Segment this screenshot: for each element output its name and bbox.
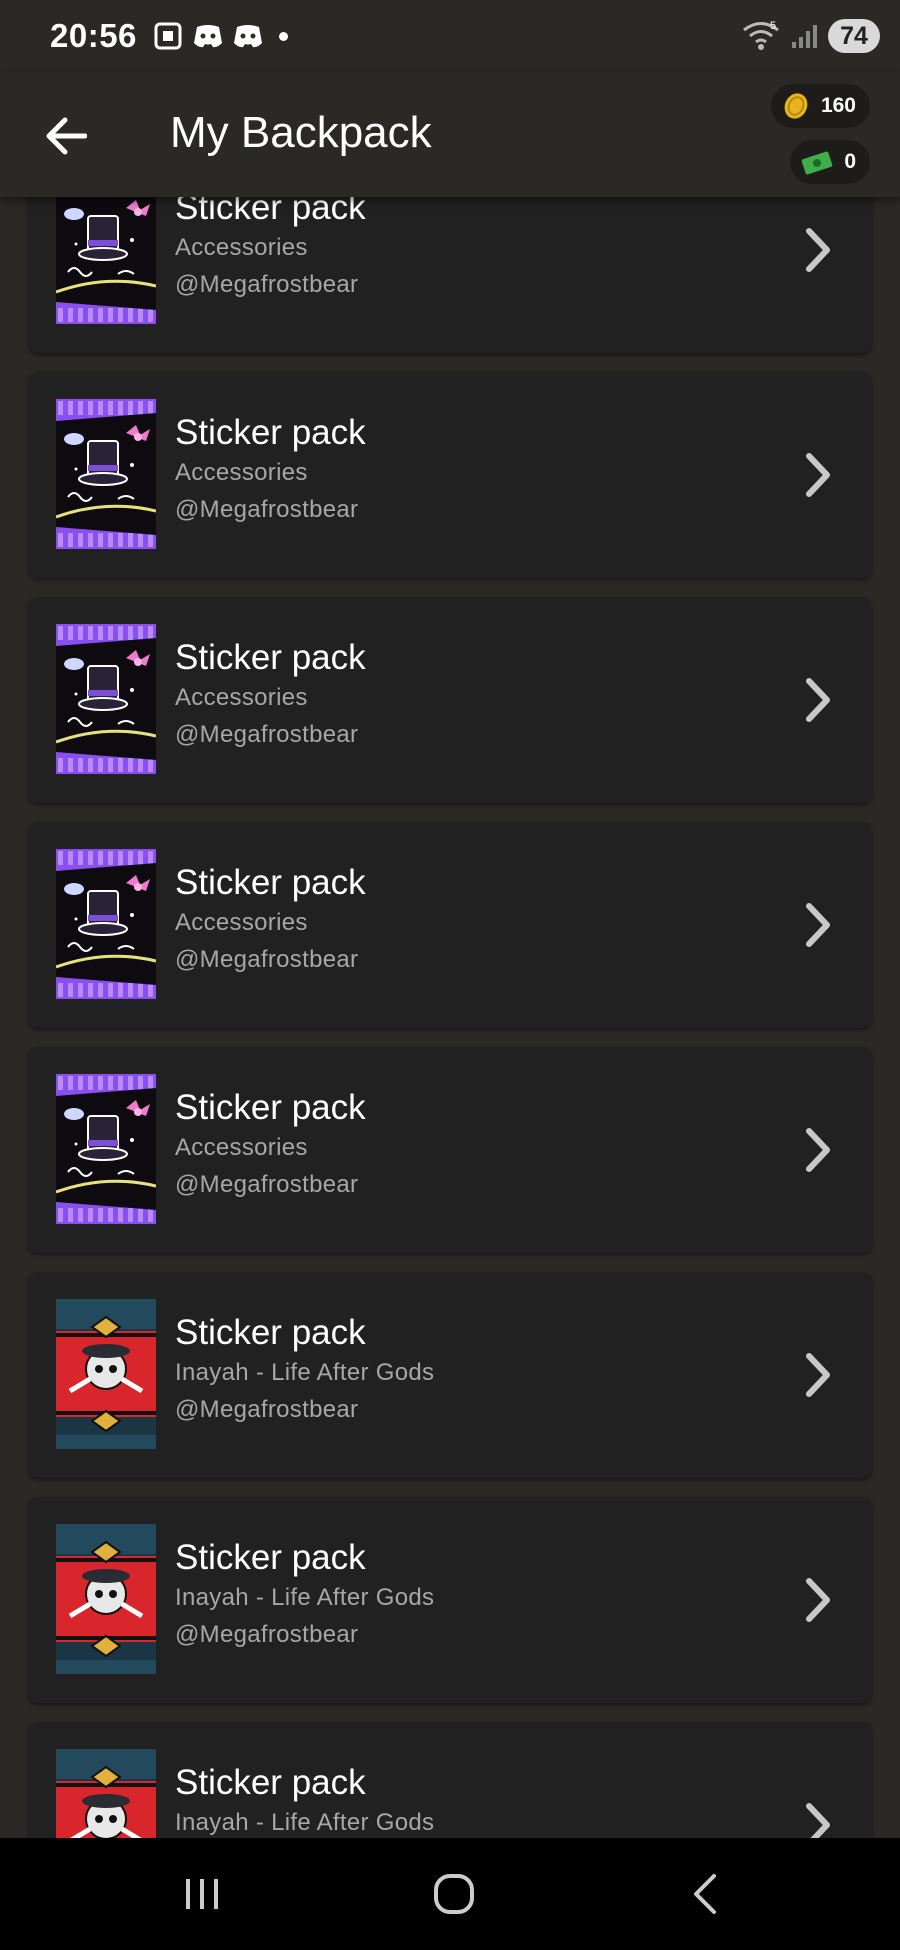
status-bar: 20:56 5 74 [0, 0, 900, 72]
home-icon [434, 1874, 474, 1914]
item-title: Sticker pack [175, 1313, 366, 1352]
more-notifications-dot [278, 31, 288, 41]
item-text: Sticker pack Inayah - Life After Gods @M… [175, 1312, 434, 1428]
sticker-pack-thumbnail [56, 1749, 156, 1838]
item-subtitle: Inayah - Life After Gods [175, 1809, 435, 1836]
sticker-pack-thumbnail [56, 1524, 156, 1674]
svg-text:5: 5 [770, 20, 776, 32]
backpack-item-4[interactable]: Sticker pack Accessories @Megafrostbear [28, 822, 872, 1028]
backpack-item-7[interactable]: Sticker pack Inayah - Life After Gods @M… [28, 1497, 872, 1703]
nav-back-button[interactable] [671, 1866, 741, 1922]
item-subtitle: Accessories [175, 684, 308, 711]
backpack-list[interactable]: Sticker pack Accessories @Megafrostbear … [0, 197, 900, 1838]
sticker-pack-thumbnail [56, 1074, 156, 1224]
sticker-pack-thumbnail [56, 197, 156, 324]
sticker-pack-thumbnail [56, 399, 156, 549]
cash-count: 0 [844, 150, 856, 173]
wifi-icon: 5 [743, 20, 779, 50]
chevron-right-icon [806, 1578, 830, 1622]
item-owner: @Megafrostbear [175, 1396, 359, 1423]
item-text: Sticker pack Accessories @Megafrostbear [175, 1087, 366, 1203]
item-subtitle: Accessories [175, 1134, 308, 1161]
sticker-pack-thumbnail [56, 849, 156, 999]
cash-balance[interactable]: 0 [790, 140, 870, 184]
app-bar: My Backpack 160 0 [0, 72, 900, 197]
nav-back-icon [694, 1874, 716, 1914]
item-title: Sticker pack [175, 1538, 366, 1577]
page-title: My Backpack [170, 108, 432, 157]
coins-balance[interactable]: 160 [770, 84, 870, 128]
item-title: Sticker pack [175, 197, 366, 227]
sticker-pack-thumbnail [56, 1299, 156, 1449]
battery-indicator: 74 [828, 19, 880, 53]
item-text: Sticker pack Accessories @Megafrostbear [175, 412, 366, 528]
chevron-right-icon [806, 1353, 830, 1397]
coin-icon [784, 93, 808, 119]
notification-icons [153, 21, 288, 51]
item-title: Sticker pack [175, 638, 366, 677]
item-text: Sticker pack Inayah - Life After Gods @M… [175, 1762, 434, 1838]
back-arrow-icon [46, 117, 87, 155]
item-text: Sticker pack Accessories @Megafrostbear [175, 197, 366, 303]
recents-icon [186, 1879, 218, 1909]
chevron-right-icon [806, 453, 830, 497]
item-text: Sticker pack Accessories @Megafrostbear [175, 862, 366, 978]
item-text: Sticker pack Accessories @Megafrostbear [175, 637, 366, 753]
home-button[interactable] [419, 1866, 489, 1922]
screenshot-icon [154, 22, 182, 50]
cash-icon [802, 151, 833, 175]
item-text: Sticker pack Inayah - Life After Gods @M… [175, 1537, 434, 1653]
chevron-right-icon [806, 1803, 830, 1838]
chevron-right-icon [806, 903, 830, 947]
item-title: Sticker pack [175, 863, 366, 902]
item-title: Sticker pack [175, 1088, 366, 1127]
backpack-item-5[interactable]: Sticker pack Accessories @Megafrostbear [28, 1047, 872, 1253]
sticker-pack-thumbnail [56, 624, 156, 774]
system-nav-bar [0, 1838, 900, 1950]
chevron-right-icon [806, 228, 830, 272]
item-subtitle: Inayah - Life After Gods [175, 1359, 435, 1386]
backpack-item-2[interactable]: Sticker pack Accessories @Megafrostbear [28, 372, 872, 578]
backpack-item-3[interactable]: Sticker pack Accessories @Megafrostbear [28, 597, 872, 803]
item-title: Sticker pack [175, 1763, 366, 1802]
chevron-right-icon [806, 678, 830, 722]
status-time: 20:56 [50, 17, 137, 54]
recents-button[interactable] [167, 1866, 237, 1922]
chevron-right-icon [806, 1128, 830, 1172]
coins-count: 160 [820, 94, 856, 117]
item-title: Sticker pack [175, 413, 366, 452]
discord-icon-2 [233, 25, 262, 48]
discord-icon [193, 25, 222, 48]
back-button[interactable] [38, 108, 94, 164]
backpack-item-1[interactable]: Sticker pack Accessories @Megafrostbear [28, 197, 872, 353]
backpack-item-8[interactable]: Sticker pack Inayah - Life After Gods @M… [28, 1722, 872, 1838]
item-owner: @Megafrostbear [175, 946, 359, 973]
item-subtitle: Accessories [175, 909, 308, 936]
item-subtitle: Inayah - Life After Gods [175, 1584, 435, 1611]
item-owner: @Megafrostbear [175, 496, 359, 523]
item-subtitle: Accessories [175, 234, 308, 261]
item-owner: @Megafrostbear [175, 721, 359, 748]
item-owner: @Megafrostbear [175, 271, 359, 298]
backpack-item-6[interactable]: Sticker pack Inayah - Life After Gods @M… [28, 1272, 872, 1478]
item-owner: @Megafrostbear [175, 1621, 359, 1648]
signal-icon [792, 25, 817, 48]
system-status: 5 74 [742, 19, 880, 53]
item-owner: @Megafrostbear [175, 1171, 359, 1198]
item-subtitle: Accessories [175, 459, 308, 486]
